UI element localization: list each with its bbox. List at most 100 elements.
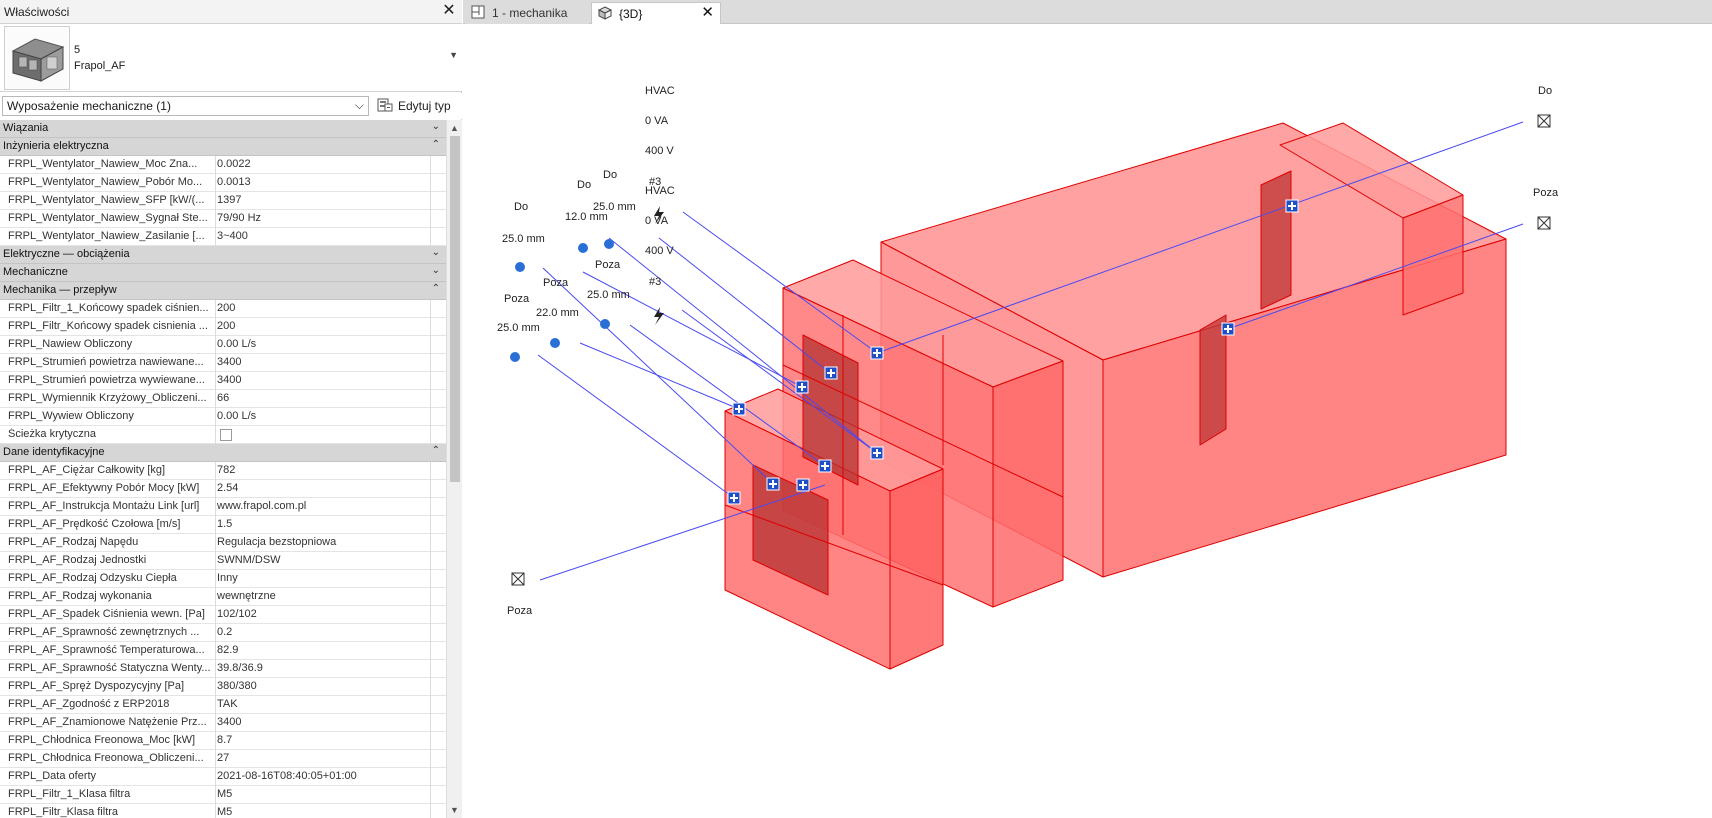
property-value[interactable]: SWNM/DSW bbox=[217, 554, 429, 566]
property-group-header[interactable]: Inżynieria elektryczna ⌃ bbox=[0, 138, 446, 156]
property-value[interactable]: 102/102 bbox=[217, 608, 429, 620]
property-row[interactable]: FRPL_Wywiew Obliczony 0.00 L/s bbox=[0, 408, 446, 426]
property-value[interactable]: 200 bbox=[217, 320, 429, 332]
property-value[interactable]: 0.0022 bbox=[217, 158, 429, 170]
property-row[interactable]: FRPL_AF_Sprawność zewnętrznych ... 0.2 bbox=[0, 624, 446, 642]
property-value[interactable]: 3400 bbox=[217, 374, 429, 386]
property-value[interactable]: wewnętrzne bbox=[217, 590, 429, 602]
pipe-connector-icon[interactable] bbox=[604, 239, 614, 249]
scroll-up-arrow-icon[interactable]: ▲ bbox=[447, 120, 462, 136]
property-value[interactable]: www.frapol.com.pl bbox=[217, 500, 429, 512]
close-tab-icon[interactable]: ✕ bbox=[701, 3, 714, 23]
property-row[interactable]: FRPL_Nawiew Obliczony 0.00 L/s bbox=[0, 336, 446, 354]
property-row[interactable]: FRPL_Wentylator_Nawiew_Zasilanie [... 3~4… bbox=[0, 228, 446, 246]
property-value[interactable]: 0.00 L/s bbox=[217, 410, 429, 422]
edit-type-button[interactable]: Edytuj typ bbox=[374, 94, 460, 118]
property-row[interactable]: FRPL_Filtr_Klasa filtra M5 bbox=[0, 804, 446, 818]
property-value[interactable]: 380/380 bbox=[217, 680, 429, 692]
3d-model-drawing bbox=[510, 114, 1551, 670]
property-value[interactable]: 0.0013 bbox=[217, 176, 429, 188]
property-group-header[interactable]: Wiązania ⌄ bbox=[0, 120, 446, 138]
property-value[interactable]: TAK bbox=[217, 698, 429, 710]
property-value[interactable]: M5 bbox=[217, 788, 429, 800]
category-filter-select[interactable]: Wyposażenie mechaniczne (1) ⌵ bbox=[2, 96, 369, 116]
property-value[interactable]: 82.9 bbox=[217, 644, 429, 656]
pipe-connector-icon[interactable] bbox=[550, 338, 560, 348]
property-row[interactable]: FRPL_Strumień powietrza nawiewane... 3400 bbox=[0, 354, 446, 372]
property-row[interactable]: FRPL_Wentylator_Nawiew_Pobór Mo... 0.0013 bbox=[0, 174, 446, 192]
property-value[interactable]: 0.00 L/s bbox=[217, 338, 429, 350]
property-row[interactable]: FRPL_AF_Efektywny Pobór Mocy [kW] 2.54 bbox=[0, 480, 446, 498]
property-value[interactable]: 66 bbox=[217, 392, 429, 404]
property-row[interactable]: FRPL_Filtr_Końcowy spadek cisnienia ... 2… bbox=[0, 318, 446, 336]
critical-path-checkbox[interactable] bbox=[220, 429, 232, 441]
property-value[interactable]: 0.2 bbox=[217, 626, 429, 638]
property-row[interactable]: FRPL_AF_Ciężar Całkowity [kg] 782 bbox=[0, 462, 446, 480]
property-row[interactable]: FRPL_AF_Znamionowe Natężenie Prz... 3400 bbox=[0, 714, 446, 732]
property-row[interactable]: FRPL_AF_Instrukcja Montażu Link [url] www… bbox=[0, 498, 446, 516]
property-value[interactable]: 39.8/36.9 bbox=[217, 662, 429, 674]
property-row[interactable]: Ścieżka krytyczna bbox=[0, 426, 446, 444]
group-toggle-icon[interactable]: ⌄ bbox=[432, 247, 440, 258]
pipe-connector-icon[interactable] bbox=[510, 352, 520, 362]
property-value[interactable]: 3400 bbox=[217, 716, 429, 728]
group-toggle-icon[interactable]: ⌃ bbox=[432, 139, 440, 150]
property-value[interactable]: 1.5 bbox=[217, 518, 429, 530]
properties-scrollbar[interactable]: ▲ ▼ bbox=[446, 120, 462, 818]
property-group-header[interactable]: Elektryczne — obciążenia ⌄ bbox=[0, 246, 446, 264]
property-value[interactable]: 1397 bbox=[217, 194, 429, 206]
property-value[interactable]: 2021-08-16T08:40:05+01:00 bbox=[217, 770, 429, 782]
property-value[interactable]: 3~400 bbox=[217, 230, 429, 242]
property-value[interactable]: 3400 bbox=[217, 356, 429, 368]
property-value[interactable]: 79/90 Hz bbox=[217, 212, 429, 224]
property-row[interactable]: FRPL_AF_Spadek Ciśnienia wewn. [Pa] 102/1… bbox=[0, 606, 446, 624]
property-row[interactable]: FRPL_Wentylator_Nawiew_Sygnał Ste... 79/9… bbox=[0, 210, 446, 228]
tab-1-mechanika[interactable]: 1 - mechanika bbox=[465, 2, 589, 24]
label-do: Do bbox=[577, 179, 592, 191]
pipe-connector-icon[interactable] bbox=[578, 243, 588, 253]
property-row[interactable]: FRPL_AF_Sprawność Statyczna Wenty... 39.8… bbox=[0, 660, 446, 678]
property-group-header[interactable]: Dane identyfikacyjne ⌃ bbox=[0, 444, 446, 462]
property-row[interactable]: FRPL_AF_Zgodność z ERP2018 TAK bbox=[0, 696, 446, 714]
property-value[interactable]: Inny bbox=[217, 572, 429, 584]
property-row[interactable]: FRPL_AF_Prędkość Czołowa [m/s] 1.5 bbox=[0, 516, 446, 534]
property-row[interactable]: FRPL_AF_Rodzaj Napędu Regulacja bezstopni… bbox=[0, 534, 446, 552]
group-toggle-icon[interactable]: ⌄ bbox=[432, 265, 440, 276]
property-row[interactable]: FRPL_Data oferty 2021-08-16T08:40:05+01:0… bbox=[0, 768, 446, 786]
property-row[interactable]: FRPL_Chłodnica Freonowa_Moc [kW] 8.7 bbox=[0, 732, 446, 750]
property-row[interactable]: FRPL_Filtr_1_Końcowy spadek ciśnien... 20… bbox=[0, 300, 446, 318]
scroll-down-arrow-icon[interactable]: ▼ bbox=[447, 802, 462, 818]
property-row[interactable]: FRPL_Wentylator_Nawiew_Moc Zna... 0.0022 bbox=[0, 156, 446, 174]
property-row[interactable]: FRPL_AF_Sprawność Temperaturowa... 82.9 bbox=[0, 642, 446, 660]
group-toggle-icon[interactable]: ⌄ bbox=[432, 121, 440, 132]
property-row[interactable]: FRPL_Chłodnica Freonowa_Obliczeni... 27 bbox=[0, 750, 446, 768]
type-dropdown-arrow-icon[interactable]: ▼ bbox=[449, 50, 458, 60]
property-value[interactable]: M5 bbox=[217, 806, 429, 818]
property-row[interactable]: FRPL_AF_Spręż Dyspozycyjny [Pa] 380/380 bbox=[0, 678, 446, 696]
property-value[interactable]: 782 bbox=[217, 464, 429, 476]
property-row[interactable]: FRPL_AF_Rodzaj wykonania wewnętrzne bbox=[0, 588, 446, 606]
property-row[interactable]: FRPL_Wentylator_Nawiew_SFP [kW/(... 1397 bbox=[0, 192, 446, 210]
close-properties-button[interactable]: ✕ bbox=[440, 2, 458, 20]
property-group-header[interactable]: Mechaniczne ⌄ bbox=[0, 264, 446, 282]
property-group-header[interactable]: Mechanika — przepływ ⌃ bbox=[0, 282, 446, 300]
type-selector[interactable]: 5 Frapol_AF ▼ bbox=[0, 24, 462, 92]
group-toggle-icon[interactable]: ⌃ bbox=[432, 445, 440, 456]
property-row[interactable]: FRPL_AF_Rodzaj Odzysku Ciepła Inny bbox=[0, 570, 446, 588]
pipe-connector-icon[interactable] bbox=[515, 262, 525, 272]
property-value[interactable]: Regulacja bezstopniowa bbox=[217, 536, 429, 548]
scroll-thumb[interactable] bbox=[450, 136, 460, 482]
property-value[interactable]: 27 bbox=[217, 752, 429, 764]
property-row[interactable]: FRPL_Strumień powietrza wywiewane... 3400 bbox=[0, 372, 446, 390]
property-row[interactable]: FRPL_Filtr_1_Klasa filtra M5 bbox=[0, 786, 446, 804]
group-toggle-icon[interactable]: ⌃ bbox=[432, 283, 440, 294]
property-value[interactable]: 2.54 bbox=[217, 482, 429, 494]
chevron-down-icon: ⌵ bbox=[354, 98, 364, 112]
property-value[interactable]: 8.7 bbox=[217, 734, 429, 746]
property-row[interactable]: FRPL_AF_Rodzaj Jednostki SWNM/DSW bbox=[0, 552, 446, 570]
tab-3d[interactable]: {3D} ✕ bbox=[591, 2, 721, 24]
property-value[interactable]: 200 bbox=[217, 302, 429, 314]
3d-view-canvas[interactable]: HVAC 0 VA 400 V Do Do #3 HVAC Do 25.0 mm… bbox=[463, 25, 1712, 818]
pipe-connector-icon[interactable] bbox=[600, 319, 610, 329]
property-row[interactable]: FRPL_Wymiennik Krzyżowy_Obliczeni... 66 bbox=[0, 390, 446, 408]
